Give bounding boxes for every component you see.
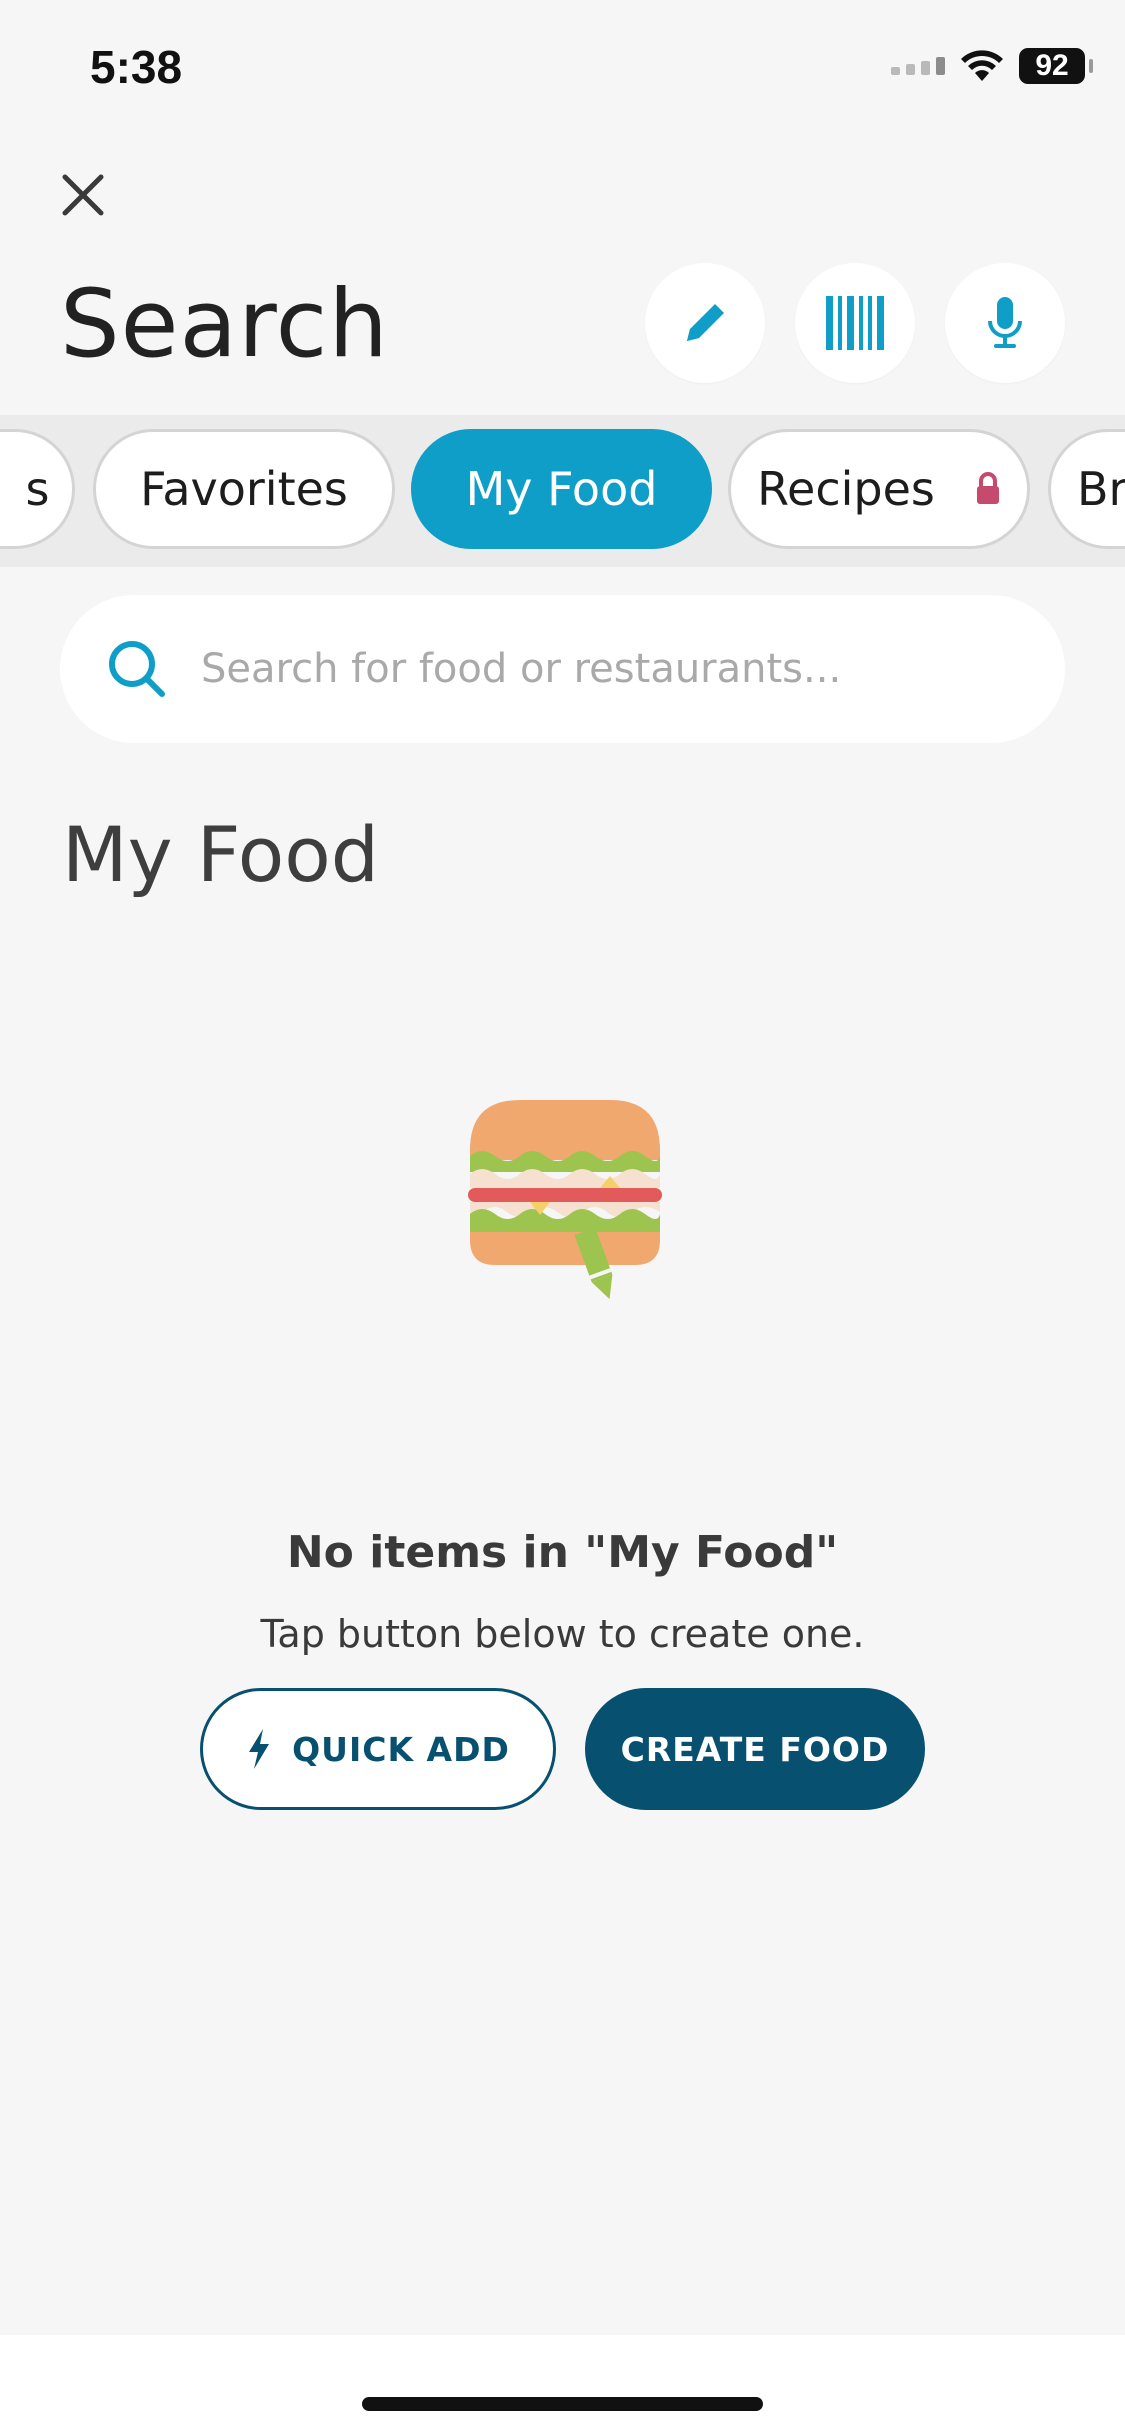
lock-icon <box>976 472 999 504</box>
tab-label: Br <box>1077 462 1125 516</box>
status-bar: 5:38 92 <box>0 0 1125 130</box>
empty-state-title: No items in "My Food" <box>286 1527 839 1578</box>
status-time: 5:38 <box>90 41 183 93</box>
barcode-scan-button[interactable] <box>795 263 915 383</box>
close-icon <box>62 174 104 216</box>
tab-recipes[interactable]: Recipes <box>728 429 1030 549</box>
search-icon <box>109 641 165 697</box>
empty-state-subtitle: Tap button below to create one. <box>260 1612 865 1656</box>
lightning-icon <box>249 1729 270 1769</box>
quick-add-button[interactable]: QUICK ADD <box>200 1688 556 1810</box>
tab-label: Favorites <box>140 462 348 516</box>
create-food-label: CREATE FOOD <box>620 1729 890 1769</box>
tab-label: s <box>25 462 50 516</box>
tab-my-food[interactable]: My Food <box>411 429 712 549</box>
sandwich-illustration <box>468 1100 662 1300</box>
quick-add-label: QUICK ADD <box>292 1729 510 1769</box>
battery-indicator: 92 <box>1019 48 1093 84</box>
category-tabs: s Favorites My Food Recipes Br <box>0 415 1125 567</box>
voice-search-button[interactable] <box>945 263 1065 383</box>
wifi-icon <box>961 50 1003 81</box>
manual-entry-button[interactable] <box>645 263 765 383</box>
page-title: Search <box>60 270 389 379</box>
tab-label: My Food <box>465 462 658 516</box>
tab-label: Recipes <box>757 462 935 516</box>
microphone-icon <box>988 297 1022 348</box>
search-input[interactable] <box>199 645 1023 693</box>
tab-partial-left[interactable]: s <box>0 429 75 549</box>
tab-partial-right[interactable]: Br <box>1048 429 1125 549</box>
barcode-icon <box>826 296 884 350</box>
cellular-signal-icon <box>891 57 945 75</box>
search-bar[interactable] <box>60 595 1065 743</box>
pencil-icon <box>687 304 724 341</box>
bottom-safe-area <box>0 2335 1125 2436</box>
home-indicator[interactable] <box>362 2397 763 2411</box>
close-button[interactable] <box>48 160 118 230</box>
tab-favorites[interactable]: Favorites <box>93 429 395 549</box>
create-food-button[interactable]: CREATE FOOD <box>585 1688 925 1810</box>
section-title: My Food <box>62 810 379 899</box>
status-icons: 92 <box>891 48 1093 84</box>
